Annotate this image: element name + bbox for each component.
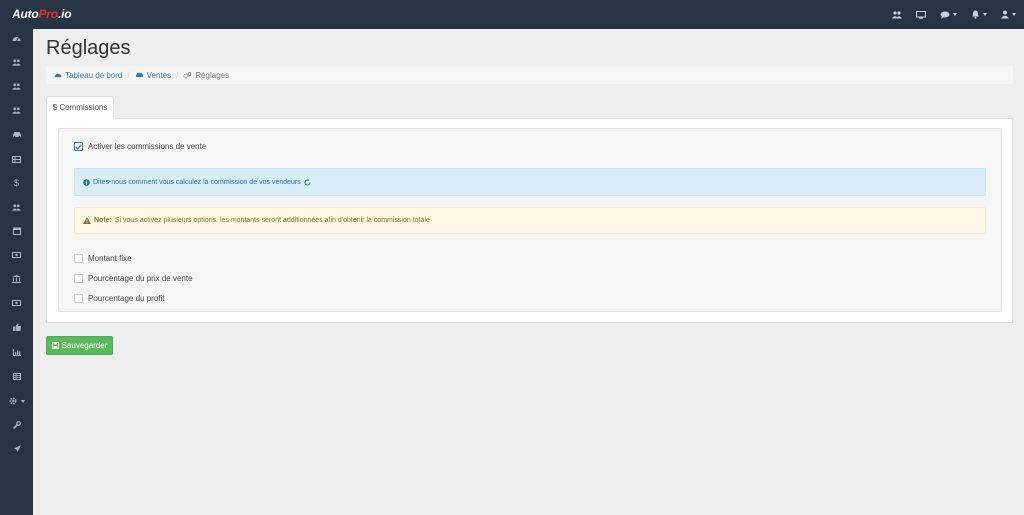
sidebar: $ xyxy=(0,29,33,515)
sidebar-item-staff[interactable] xyxy=(0,198,33,216)
breadcrumb-separator: / xyxy=(176,70,179,80)
comments-icon xyxy=(940,11,950,19)
sidebar-item-settings[interactable] xyxy=(0,392,33,410)
users-icon xyxy=(12,203,21,211)
sidebar-item-expenses[interactable] xyxy=(0,294,33,312)
notifications-dropdown[interactable] xyxy=(971,0,987,29)
warning-alert-label: Note: xyxy=(94,217,112,224)
car-icon xyxy=(12,131,21,138)
sidebar-item-contacts[interactable] xyxy=(0,77,33,95)
brand-part-3: .io xyxy=(57,7,72,21)
info-alert: Dites-nous comment vous calculez la comm… xyxy=(74,168,986,196)
breadcrumb-sales[interactable]: Ventes xyxy=(135,71,171,80)
sidebar-item-vehicles[interactable] xyxy=(0,125,33,143)
users-icon xyxy=(12,106,21,114)
wrench-icon xyxy=(12,421,21,429)
messages-dropdown[interactable] xyxy=(940,0,957,29)
sidebar-item-sales[interactable]: $ xyxy=(0,174,33,192)
thumbs-up-icon xyxy=(12,323,21,331)
floppy-disk-icon xyxy=(51,342,59,349)
breadcrumb-current: Réglages xyxy=(183,71,229,80)
sidebar-item-tools[interactable] xyxy=(0,416,33,434)
breadcrumb-sales-label: Ventes xyxy=(146,70,172,80)
brand-part-2: Pro xyxy=(38,7,59,21)
bar-chart-icon xyxy=(12,348,21,356)
sidebar-item-payments[interactable] xyxy=(0,246,33,264)
top-navbar: AutoPro.io xyxy=(0,0,1024,29)
users-icon xyxy=(12,58,21,66)
option-profit-percentage-checkbox[interactable] xyxy=(74,294,83,303)
sidebar-item-inventory[interactable] xyxy=(0,150,33,168)
option-sale-price-percentage-row[interactable]: Pourcentage du prix de vente xyxy=(74,274,193,283)
table-icon xyxy=(12,372,21,380)
car-icon xyxy=(135,72,143,78)
option-profit-percentage-label: Pourcentage du profit xyxy=(88,294,165,303)
rocket-icon xyxy=(13,445,21,452)
users-icon xyxy=(892,10,902,18)
gears-icon xyxy=(183,71,192,79)
sidebar-item-reports[interactable] xyxy=(0,343,33,361)
option-profit-percentage-row[interactable]: Pourcentage du profit xyxy=(74,294,165,303)
chevron-down-icon xyxy=(1012,13,1016,16)
gear-icon xyxy=(9,397,16,405)
refresh-icon xyxy=(304,178,311,185)
dashboard-icon xyxy=(12,36,21,41)
monitor-icon xyxy=(916,10,926,19)
breadcrumb-dashboard-label: Tableau de bord xyxy=(65,70,123,80)
chevron-down-icon xyxy=(953,13,957,16)
check-icon xyxy=(75,143,82,150)
breadcrumb-dashboard[interactable]: Tableau de bord xyxy=(54,71,122,80)
save-button-label: Sauvegarder xyxy=(61,341,108,350)
bank-icon xyxy=(12,275,21,283)
display-button[interactable] xyxy=(916,0,926,29)
option-sale-price-percentage-checkbox[interactable] xyxy=(74,274,83,283)
warning-alert: Note: Si vous activez plusieurs options,… xyxy=(74,207,986,234)
top-nav-icons xyxy=(878,0,1016,29)
page-title: Réglages xyxy=(46,37,131,59)
brand-part-1: Auto xyxy=(12,7,39,21)
bell-icon xyxy=(972,10,979,19)
sidebar-item-reviews[interactable] xyxy=(0,318,33,336)
sidebar-item-calendar[interactable] xyxy=(0,222,33,240)
breadcrumb-current-label: Réglages xyxy=(195,70,230,80)
warning-alert-text: Si vous activez plusieurs options, les m… xyxy=(114,217,430,224)
info-icon xyxy=(83,178,90,186)
sidebar-item-launch[interactable] xyxy=(0,440,33,458)
user-icon xyxy=(1001,10,1009,19)
users-icon xyxy=(12,82,21,90)
sidebar-item-customers[interactable] xyxy=(0,53,33,71)
tab-commissions[interactable]: $ Commissions xyxy=(46,96,114,119)
enable-commissions-label: Activer les commissions de vente xyxy=(88,142,207,151)
info-alert-text: Dites-nous comment vous calculez la comm… xyxy=(93,178,301,186)
option-fixed-amount-row[interactable]: Montant fixe xyxy=(74,254,132,263)
user-dropdown[interactable] xyxy=(1001,0,1016,29)
dollar-icon: $ xyxy=(13,178,19,188)
enable-commissions-row[interactable]: Activer les commissions de vente xyxy=(74,142,206,151)
brand-logo[interactable]: AutoPro.io xyxy=(12,7,72,21)
money-icon xyxy=(12,252,21,258)
breadcrumb: Tableau de bord / Ventes / Réglages xyxy=(46,66,1013,84)
breadcrumb-separator: / xyxy=(127,70,130,80)
sidebar-item-banks[interactable] xyxy=(0,270,33,288)
enable-commissions-checkbox[interactable] xyxy=(74,142,83,151)
save-button[interactable]: Sauvegarder xyxy=(46,336,113,355)
option-sale-price-percentage-label: Pourcentage du prix de vente xyxy=(88,274,193,283)
dashboard-icon xyxy=(54,73,62,78)
chevron-down-icon xyxy=(20,399,25,403)
sidebar-item-dashboard[interactable] xyxy=(0,29,33,47)
warning-icon xyxy=(83,217,91,224)
sidebar-item-tables[interactable] xyxy=(0,367,33,385)
option-fixed-amount-checkbox[interactable] xyxy=(74,254,83,263)
chevron-down-icon xyxy=(983,13,987,16)
calendar-icon xyxy=(12,227,21,235)
list-icon xyxy=(12,155,21,163)
option-fixed-amount-label: Montant fixe xyxy=(88,254,132,263)
team-menu-button[interactable] xyxy=(892,0,902,29)
sidebar-item-leads[interactable] xyxy=(0,101,33,119)
money-icon xyxy=(12,300,21,306)
